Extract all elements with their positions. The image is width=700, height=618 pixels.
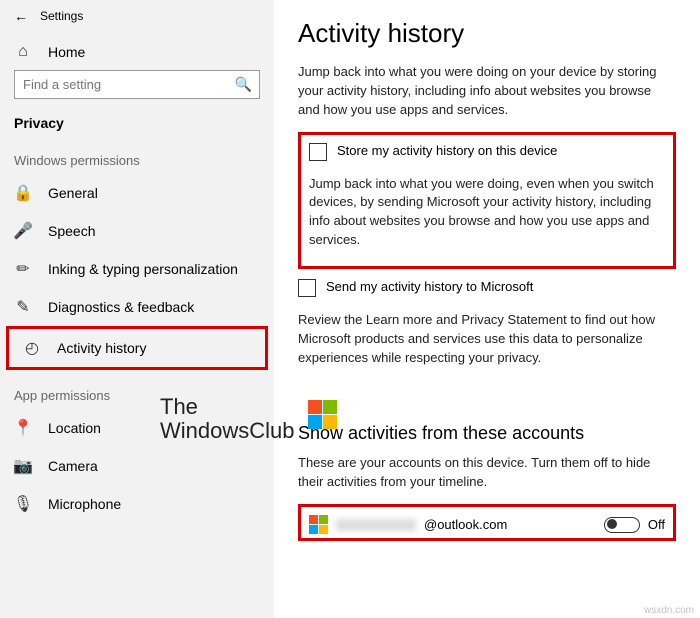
footer-domain: wsxdn.com xyxy=(644,605,694,616)
camera-icon: 📷 xyxy=(14,456,32,476)
back-icon[interactable]: ← xyxy=(14,8,28,24)
watermark-text: TheWindowsClub xyxy=(160,395,295,443)
main-panel: Activity history Jump back into what you… xyxy=(274,0,700,618)
sidebar-item-label: General xyxy=(48,185,98,201)
accounts-desc: These are your accounts on this device. … xyxy=(298,454,676,492)
watermark-logo xyxy=(308,400,337,429)
highlighted-section-store: Store my activity history on this device… xyxy=(298,132,676,269)
nav-home[interactable]: ⌂ Home xyxy=(0,34,274,70)
microphone-icon: 🎙 xyxy=(14,494,32,514)
sidebar-item-label: Speech xyxy=(48,223,95,239)
account-toggle[interactable] xyxy=(604,517,640,533)
sidebar-item-activity-history[interactable]: ◴ Activity history xyxy=(9,329,265,367)
sidebar: ← Settings ⌂ Home 🔍 Privacy Windows perm… xyxy=(0,0,274,618)
sidebar-item-label: Activity history xyxy=(57,340,146,356)
sidebar-item-label: Diagnostics & feedback xyxy=(48,299,194,315)
highlighted-section-account: @outlook.com Off xyxy=(298,504,676,541)
speech-icon: 🎤 xyxy=(14,221,32,241)
account-email-suffix: @outlook.com xyxy=(424,517,507,532)
sidebar-item-microphone[interactable]: 🎙 Microphone xyxy=(0,485,274,523)
search-icon[interactable]: 🔍 xyxy=(235,76,252,93)
pen-icon: ✏ xyxy=(14,259,32,279)
accounts-section-title: Show activities from these accounts xyxy=(298,423,676,444)
category-label: Privacy xyxy=(0,109,274,145)
sidebar-item-label: Location xyxy=(48,420,101,436)
sidebar-item-speech[interactable]: 🎤 Speech xyxy=(0,212,274,250)
search-input[interactable] xyxy=(14,70,260,99)
checkbox-store-label: Store my activity history on this device xyxy=(337,143,557,158)
sidebar-item-label: Microphone xyxy=(48,496,121,512)
sync-text: Jump back into what you were doing, even… xyxy=(309,175,665,250)
nav-home-label: Home xyxy=(48,44,85,60)
group-windows-permissions: Windows permissions xyxy=(0,145,274,174)
app-title: Settings xyxy=(40,9,83,23)
intro-text: Jump back into what you were doing on yo… xyxy=(298,63,676,120)
microsoft-logo-icon xyxy=(309,515,328,534)
toggle-state-label: Off xyxy=(648,517,665,532)
page-title: Activity history xyxy=(298,18,676,49)
checkbox-send[interactable] xyxy=(298,279,316,297)
account-email-redacted xyxy=(336,519,416,531)
feedback-icon: ✎ xyxy=(14,297,32,317)
checkbox-store[interactable] xyxy=(309,143,327,161)
sidebar-item-inking[interactable]: ✏ Inking & typing personalization xyxy=(0,250,274,288)
sidebar-item-label: Inking & typing personalization xyxy=(48,261,238,277)
history-icon: ◴ xyxy=(23,338,41,358)
sidebar-item-diagnostics[interactable]: ✎ Diagnostics & feedback xyxy=(0,288,274,326)
location-icon: 📍 xyxy=(14,418,32,438)
review-text: Review the Learn more and Privacy Statem… xyxy=(298,311,676,368)
sidebar-item-general[interactable]: 🔒 General xyxy=(0,174,274,212)
home-icon: ⌂ xyxy=(14,43,32,61)
lock-icon: 🔒 xyxy=(14,183,32,203)
checkbox-send-label: Send my activity history to Microsoft xyxy=(326,279,533,294)
sidebar-item-camera[interactable]: 📷 Camera xyxy=(0,447,274,485)
sidebar-item-label: Camera xyxy=(48,458,98,474)
